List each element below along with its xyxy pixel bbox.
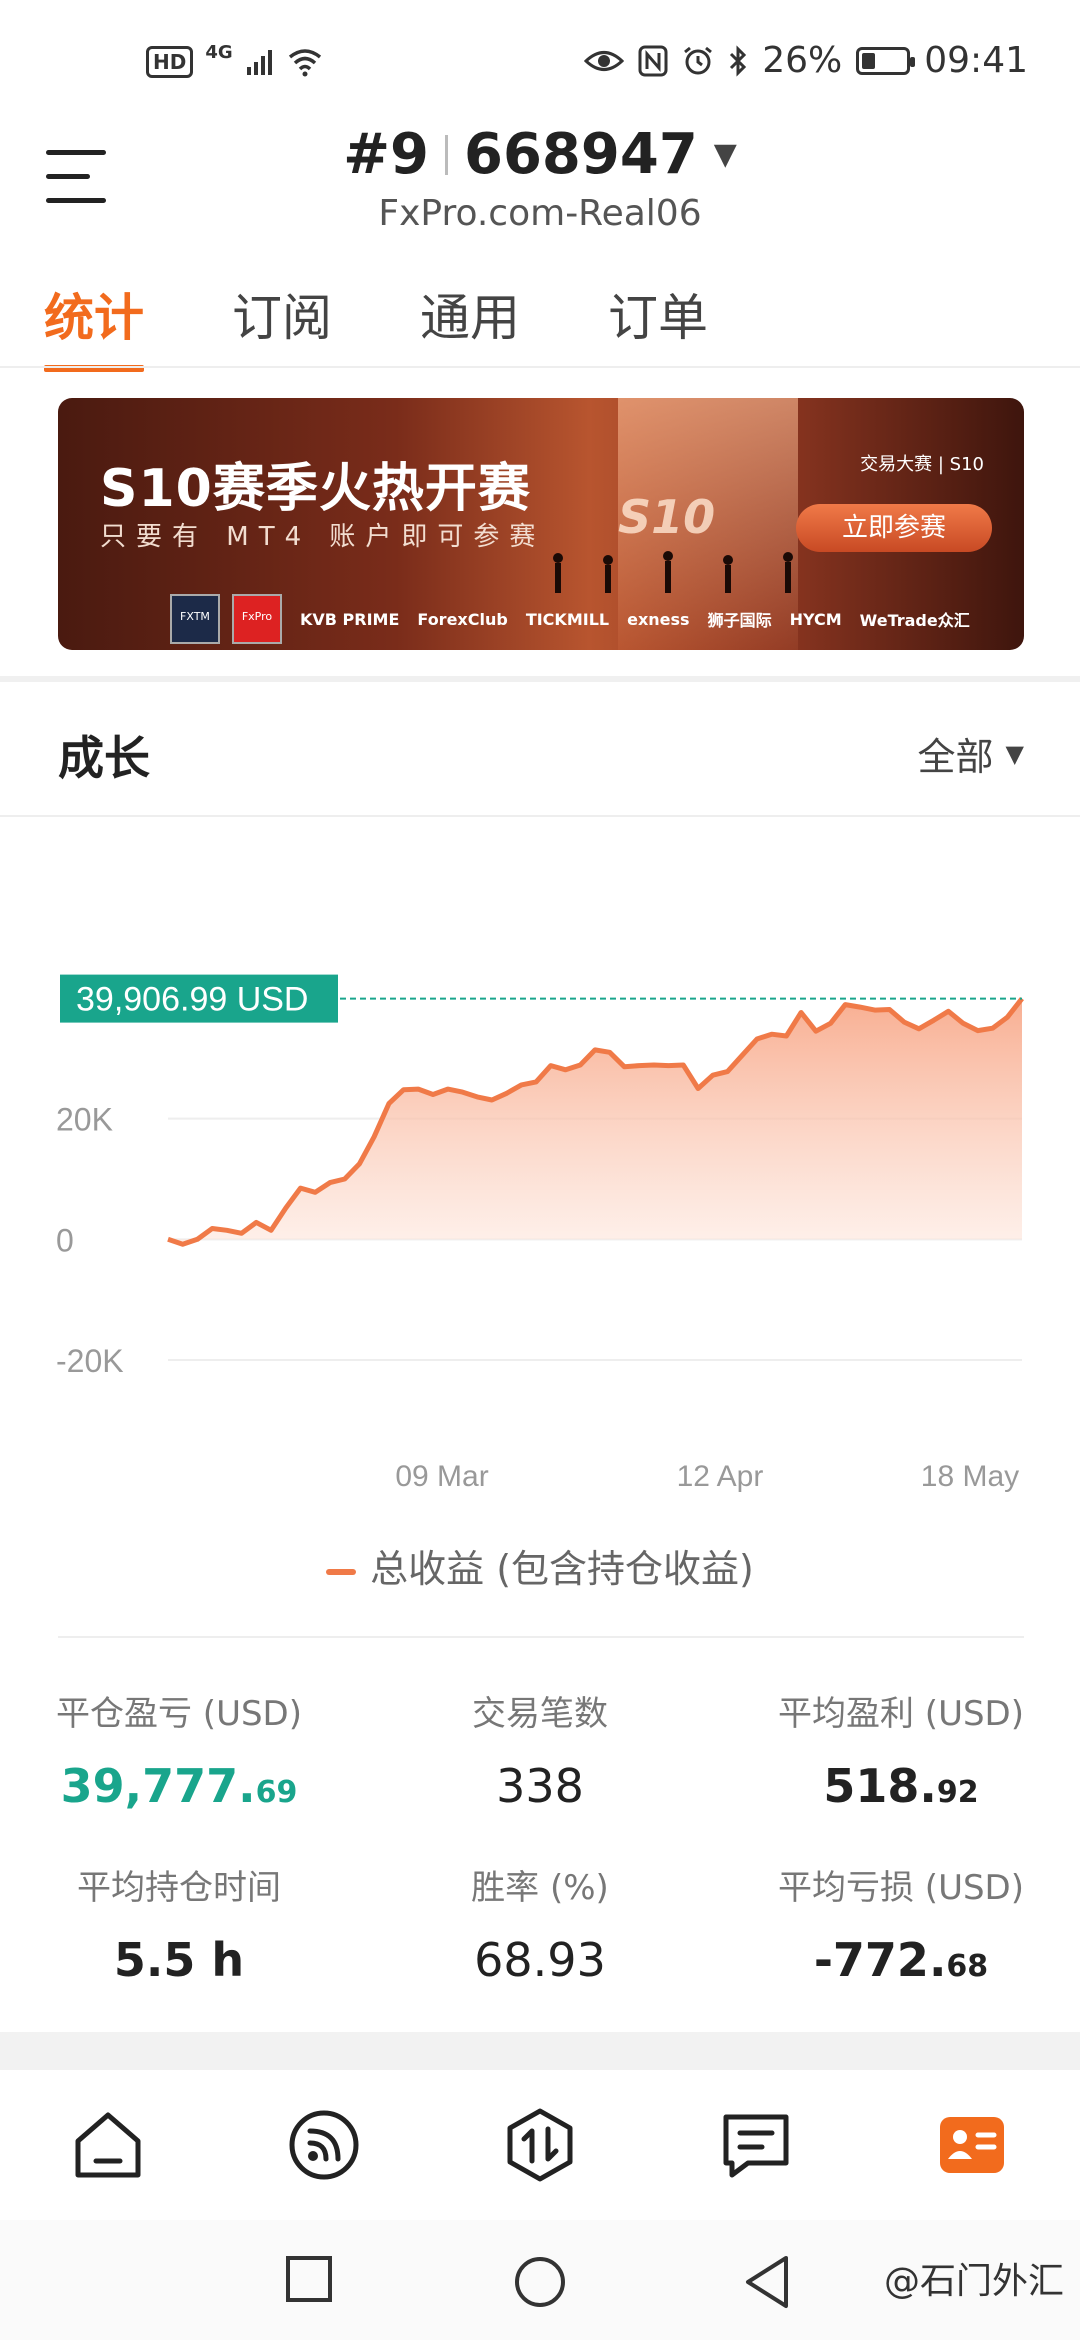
stat-closed-pnl: 平仓盈亏 (USD) 39,777.69 — [14, 1686, 344, 1813]
stat-value: -772.68 — [813, 1933, 989, 1987]
sponsor-logo: HYCM — [789, 609, 842, 629]
legend-label: 总收益 (包含持仓收益) — [370, 1547, 754, 1591]
stat-win-rate: 胜率 (%) 68.93 — [375, 1860, 705, 1987]
sponsor-logo: FXTM — [170, 594, 220, 644]
stat-avg-profit: 平均盈利 (USD) 518.92 — [736, 1686, 1066, 1813]
growth-divider — [0, 815, 1080, 817]
bottom-separator — [0, 2032, 1080, 2070]
hd-badge: HD — [146, 46, 194, 78]
nav-signals[interactable] — [269, 2090, 379, 2200]
wifi-icon — [288, 49, 321, 77]
stat-avg-loss: 平均亏损 (USD) -772.68 — [736, 1860, 1066, 1987]
nav-home[interactable] — [53, 2090, 163, 2200]
x-tick-label: 09 Mar — [395, 1460, 488, 1493]
y-tick-label: 20K — [56, 1102, 113, 1138]
tabs-divider — [0, 366, 1080, 368]
stat-label: 平均盈利 (USD) — [778, 1694, 1024, 1734]
nfc-icon — [638, 45, 668, 76]
sponsor-logo: exness — [627, 609, 690, 629]
join-contest-button[interactable]: 立即参赛 — [796, 504, 992, 552]
sponsor-logo: TICKMILL — [525, 609, 610, 629]
tab-stats[interactable]: 统计 — [44, 278, 144, 372]
bottom-nav — [0, 2070, 1080, 2220]
growth-title: 成长 — [58, 731, 150, 785]
stat-trade-count: 交易笔数 338 — [375, 1686, 705, 1813]
stat-label: 交易笔数 — [472, 1694, 608, 1734]
dropdown-caret-icon: ▼ — [713, 137, 737, 172]
account-selector[interactable]: #9 668947 ▼ FxPro.com-Real06 — [0, 122, 1080, 234]
back-button[interactable] — [742, 2254, 792, 2310]
status-bar: HD 4G 26% 09:41 — [0, 0, 1080, 130]
celebrating-people-illustration — [553, 551, 793, 593]
section-separator — [0, 676, 1080, 682]
messages-icon — [723, 2114, 789, 2178]
sponsor-logos: FXTM FxPro KVB PRIME ForexClub TICKMILL … — [170, 594, 970, 644]
account-separator — [445, 134, 448, 175]
stat-value: 338 — [496, 1759, 584, 1813]
bluetooth-icon — [730, 44, 747, 77]
clock: 09:41 — [924, 40, 1028, 81]
network-type: 4G — [205, 41, 233, 63]
banner-tag: 交易大赛 | S10 — [860, 454, 984, 475]
sponsor-logo: ForexClub — [417, 609, 508, 629]
x-tick-label: 18 May — [921, 1460, 1019, 1493]
stat-label: 平仓盈亏 (USD) — [56, 1694, 302, 1734]
battery-icon — [856, 46, 916, 75]
current-value-label: 39,906.99 USD — [76, 981, 309, 1019]
alarm-icon — [684, 46, 713, 74]
stat-value: 68.93 — [474, 1933, 606, 1987]
range-filter-label: 全部 — [917, 735, 994, 779]
stat-label: 胜率 (%) — [471, 1868, 609, 1908]
legend-swatch — [326, 1568, 357, 1575]
account-number: 668947 — [464, 122, 698, 187]
sponsor-logo: WeTrade众汇 — [859, 611, 970, 630]
nav-messages[interactable] — [701, 2090, 811, 2200]
banner-title: S10赛季火热开赛 — [100, 459, 531, 519]
watermark: @石门外汇 — [883, 2261, 1064, 2302]
tab-subscribe[interactable]: 订阅 — [232, 278, 332, 372]
status-left: HD 4G — [146, 42, 323, 78]
nav-trade[interactable] — [485, 2090, 595, 2200]
tab-orders[interactable]: 订单 — [608, 278, 708, 372]
status-right: 26% 09:41 — [584, 40, 1028, 81]
recents-button[interactable] — [284, 2254, 334, 2304]
account-prefix: #9 — [343, 122, 429, 187]
banner-subtitle: 只要有 MT4 账户即可参赛 — [100, 522, 546, 552]
stat-label: 平均持仓时间 — [77, 1868, 281, 1908]
stat-label: 平均亏损 (USD) — [778, 1868, 1024, 1908]
stat-value: 39,777.69 — [60, 1759, 298, 1813]
growth-chart[interactable]: 20K 0 -20K 09 Mar 12 Apr 18 May 39,906.99 US… — [0, 840, 1080, 1520]
stats-divider — [58, 1636, 1024, 1638]
battery-percent: 26% — [762, 40, 843, 81]
sponsor-logo: FxPro — [232, 594, 282, 644]
stat-value: 518.92 — [823, 1759, 979, 1813]
account-card-icon — [940, 2117, 1004, 2173]
growth-area-fill — [168, 998, 1022, 1245]
x-tick-label: 12 Apr — [677, 1460, 764, 1493]
sponsor-logo: 狮子国际 — [707, 611, 772, 630]
sponsor-logo: KVB PRIME — [300, 609, 400, 629]
dropdown-caret-icon: ▼ — [1005, 739, 1024, 768]
nav-account[interactable] — [917, 2090, 1027, 2200]
tab-general[interactable]: 通用 — [420, 278, 520, 372]
y-tick-label: -20K — [56, 1343, 124, 1379]
promo-banner[interactable]: S10赛季火热开赛 只要有 MT4 账户即可参赛 S10 交易大赛 | S10 … — [58, 398, 1024, 650]
y-tick-label: 0 — [56, 1222, 74, 1258]
tab-bar: 统计 订阅 通用 订单 — [44, 278, 708, 372]
home-icon — [75, 2112, 141, 2178]
stat-value: 5.5 h — [113, 1933, 245, 1987]
cell-signal-icon — [246, 50, 272, 75]
stat-avg-hold-time: 平均持仓时间 5.5 h — [14, 1860, 344, 1987]
chart-legend: 总收益 (包含持仓收益) — [0, 1538, 1080, 1593]
home-button[interactable] — [512, 2254, 568, 2310]
range-filter-dropdown[interactable]: 全部 ▼ — [918, 726, 1024, 781]
signal-feed-icon — [289, 2110, 359, 2180]
eye-icon — [584, 50, 625, 71]
trade-icon — [507, 2108, 573, 2182]
banner-emblem: S10 — [618, 490, 716, 544]
server-name: FxPro.com-Real06 — [378, 193, 702, 234]
